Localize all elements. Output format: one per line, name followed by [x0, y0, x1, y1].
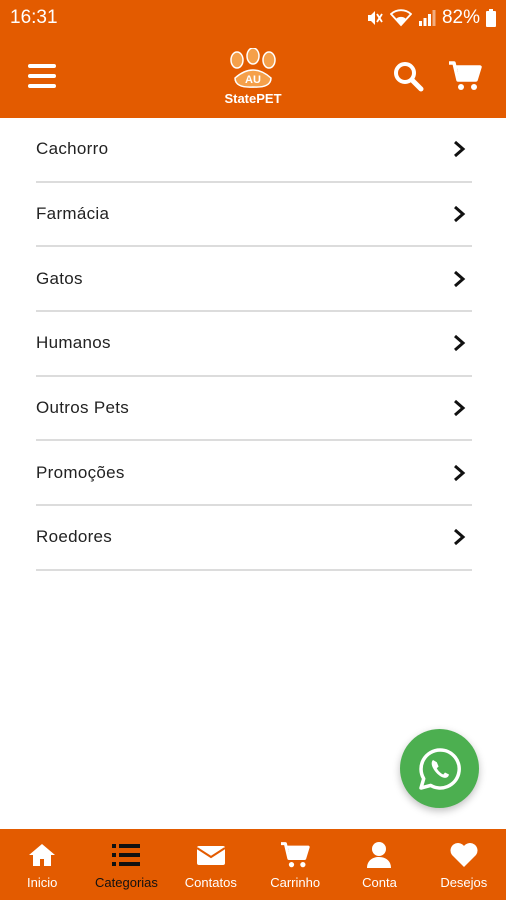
- envelope-icon: [196, 846, 226, 865]
- menu-button[interactable]: [28, 64, 56, 88]
- cart-icon: [281, 842, 310, 868]
- paw-logo-icon: AU: [230, 47, 276, 88]
- nav-item-desejos[interactable]: Desejos: [422, 829, 506, 900]
- bottom-nav: Inicio Categorias Contatos Carrinho Cont…: [0, 829, 506, 900]
- user-icon: [367, 842, 392, 868]
- search-icon: [394, 62, 424, 92]
- whatsapp-button[interactable]: [400, 729, 479, 808]
- nav-item-conta[interactable]: Conta: [337, 829, 421, 900]
- chevron-right-icon: [454, 464, 466, 481]
- menu-icon: [28, 64, 56, 68]
- nav-item-contatos[interactable]: Contatos: [169, 829, 253, 900]
- logo-text: StatePET: [224, 91, 282, 106]
- wifi-icon: [389, 9, 412, 27]
- nav-label: Desejos: [440, 875, 488, 890]
- chevron-right-icon: [454, 141, 466, 158]
- cart-icon: [449, 61, 482, 90]
- category-item-outros-pets[interactable]: Outros Pets: [36, 377, 472, 442]
- search-button[interactable]: [392, 60, 424, 92]
- nav-item-carrinho[interactable]: Carrinho: [253, 829, 337, 900]
- whatsapp-icon: [418, 747, 461, 790]
- category-item-roedores[interactable]: Roedores: [36, 506, 472, 571]
- category-list: Cachorro Farmácia Gatos Humanos Outros P…: [36, 118, 472, 571]
- category-label: Promoções: [36, 462, 125, 482]
- battery-icon: [486, 9, 496, 27]
- category-item-humanos[interactable]: Humanos: [36, 312, 472, 377]
- category-label: Cachorro: [36, 139, 109, 159]
- chevron-right-icon: [454, 399, 466, 417]
- status-icons: 82%: [364, 7, 496, 29]
- chevron-right-icon: [454, 529, 466, 546]
- list-icon: [112, 844, 141, 866]
- category-label: Gatos: [36, 268, 83, 288]
- nav-item-categorias[interactable]: Categorias: [84, 829, 168, 900]
- nav-label: Carrinho: [270, 875, 321, 890]
- chevron-right-icon: [454, 335, 466, 352]
- category-item-cachorro[interactable]: Cachorro: [36, 118, 472, 183]
- category-label: Farmácia: [36, 204, 110, 224]
- heart-icon: [450, 843, 478, 867]
- category-item-promocoes[interactable]: Promoções: [36, 441, 472, 507]
- category-label: Humanos: [36, 333, 111, 353]
- logo-badge-text: AU: [245, 74, 261, 86]
- signal-icon: [418, 9, 436, 27]
- status-bar: 16:31 82%: [0, 0, 506, 36]
- status-time: 16:31: [10, 7, 58, 28]
- home-icon: [29, 844, 56, 866]
- nav-item-inicio[interactable]: Inicio: [0, 829, 84, 900]
- app-bar: AU StatePET: [0, 36, 506, 118]
- category-item-gatos[interactable]: Gatos: [36, 247, 472, 313]
- category-item-farmacia[interactable]: Farmácia: [36, 183, 472, 248]
- nav-label: Conta: [362, 875, 397, 890]
- nav-label: Inicio: [26, 875, 58, 890]
- cart-button[interactable]: [448, 60, 482, 92]
- chevron-right-icon: [454, 205, 466, 223]
- category-label: Outros Pets: [36, 398, 130, 418]
- mute-icon: [364, 8, 384, 28]
- battery-text: 82%: [441, 7, 480, 28]
- category-label: Roedores: [36, 527, 113, 547]
- nav-label: Contatos: [184, 875, 237, 890]
- nav-label: Categorias: [95, 875, 158, 890]
- chevron-right-icon: [454, 270, 466, 287]
- app-logo[interactable]: AU StatePET: [218, 47, 288, 106]
